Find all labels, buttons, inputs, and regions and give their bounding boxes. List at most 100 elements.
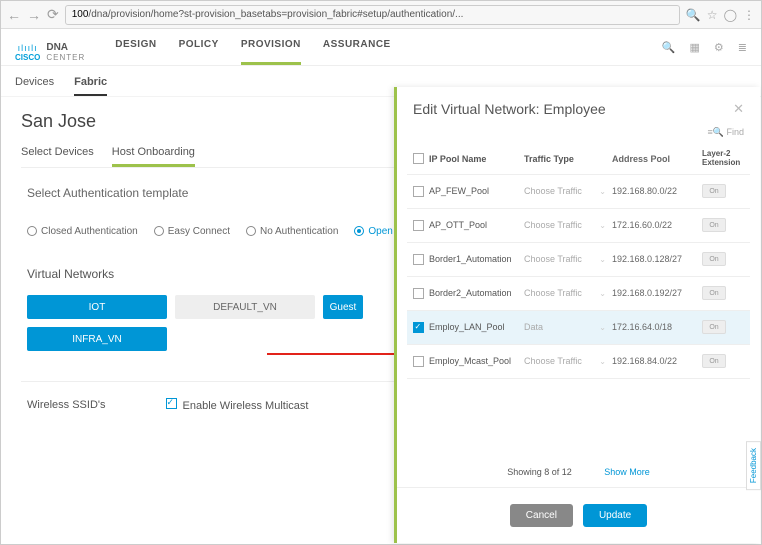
app-header: ılıılı CISCO DNA CENTER DESIGN POLICY PR… (1, 29, 761, 66)
chevron-down-icon: ⌄ (599, 323, 606, 332)
browser-chrome: ← → ⟳ 100/dna/provision/home?st-provisio… (1, 1, 761, 29)
layer2-toggle[interactable]: On (702, 354, 726, 368)
pool-name: AP_FEW_Pool (429, 186, 524, 196)
col-name[interactable]: IP Pool Name (429, 154, 524, 164)
annotation-arrow (267, 353, 407, 355)
nav-policy[interactable]: POLICY (179, 39, 219, 65)
cisco-bars-icon: ılıılı (18, 43, 38, 53)
pool-name: Border1_Automation (429, 254, 524, 264)
chevron-down-icon: ⌄ (599, 289, 606, 298)
chevron-down-icon: ⌄ (599, 255, 606, 264)
back-icon[interactable]: ← (7, 7, 21, 23)
row-checkbox[interactable] (413, 220, 424, 231)
col-ext[interactable]: Layer-2 Extension (702, 150, 742, 168)
select-all-checkbox[interactable] (413, 153, 424, 164)
traffic-type-select[interactable]: Choose Traffic⌄ (524, 220, 612, 230)
address-pool: 192.168.0.128/27 (612, 254, 702, 264)
table-row[interactable]: Border2_AutomationChoose Traffic⌄192.168… (407, 277, 750, 311)
address-pool: 172.16.64.0/18 (612, 322, 702, 332)
row-checkbox[interactable] (413, 254, 424, 265)
nav-design[interactable]: DESIGN (115, 39, 156, 65)
vn-default[interactable]: DEFAULT_VN (175, 295, 315, 319)
header-icons: 🔍 ▦ ⚙ ≣ (662, 41, 747, 64)
table-row[interactable]: AP_OTT_PoolChoose Traffic⌄172.16.60.0/22… (407, 209, 750, 243)
col-addr[interactable]: Address Pool (612, 154, 702, 164)
showing-text: Showing 8 of 12 (507, 467, 572, 477)
table-header: IP Pool Name Traffic Type Address Pool L… (407, 144, 750, 175)
ssid-title: Wireless SSID's (27, 399, 106, 411)
table-row[interactable]: AP_FEW_PoolChoose Traffic⌄192.168.80.0/2… (407, 175, 750, 209)
row-checkbox[interactable] (413, 356, 424, 367)
traffic-type-select[interactable]: Choose Traffic⌄ (524, 254, 612, 264)
pagination-row: Showing 8 of 12 Show More (397, 457, 760, 487)
show-more-link[interactable]: Show More (604, 467, 650, 477)
edit-vn-panel: Edit Virtual Network: Employee ✕ ≡🔍 Find… (394, 87, 760, 543)
layer2-toggle[interactable]: On (702, 218, 726, 232)
vn-infra[interactable]: INFRA_VN (27, 327, 167, 351)
nav-assurance[interactable]: ASSURANCE (323, 39, 391, 65)
main-nav: DESIGN POLICY PROVISION ASSURANCE (115, 39, 391, 65)
panel-footer: Cancel Update (397, 487, 760, 543)
opt-easy[interactable]: Easy Connect (154, 226, 230, 237)
address-pool: 192.168.84.0/22 (612, 356, 702, 366)
traffic-type-select[interactable]: Choose Traffic⌄ (524, 356, 612, 366)
subnav-fabric[interactable]: Fabric (74, 76, 107, 96)
layer2-toggle[interactable]: On (702, 320, 726, 334)
table-row[interactable]: Border1_AutomationChoose Traffic⌄192.168… (407, 243, 750, 277)
circle-icon[interactable]: ◯ (724, 8, 737, 22)
vn-iot[interactable]: IOT (27, 295, 167, 319)
url-path: /dna/provision/home?st-provision_basetab… (88, 9, 463, 20)
pool-name: AP_OTT_Pool (429, 220, 524, 230)
enable-multicast[interactable]: Enable Wireless Multicast (166, 398, 309, 412)
subnav-devices[interactable]: Devices (15, 76, 54, 96)
logo: ılıılı CISCO DNA CENTER (15, 42, 85, 62)
layer2-toggle[interactable]: On (702, 286, 726, 300)
table-row[interactable]: Employ_Mcast_PoolChoose Traffic⌄192.168.… (407, 345, 750, 379)
table-row[interactable]: Employ_LAN_PoolData⌄172.16.64.0/18On (407, 311, 750, 345)
row-checkbox[interactable] (413, 322, 424, 333)
pool-name: Border2_Automation (429, 288, 524, 298)
traffic-type-select[interactable]: Choose Traffic⌄ (524, 186, 612, 196)
cancel-button[interactable]: Cancel (510, 504, 573, 527)
star-icon[interactable]: ☆ (707, 8, 718, 22)
pool-name: Employ_LAN_Pool (429, 322, 524, 332)
brand-center: CENTER (46, 53, 85, 62)
brand-dna: DNA (46, 42, 85, 53)
row-checkbox[interactable] (413, 288, 424, 299)
tab-select-devices[interactable]: Select Devices (21, 146, 94, 167)
tab-host-onboarding[interactable]: Host Onboarding (112, 146, 195, 167)
url-host: 100 (72, 9, 89, 20)
panel-header: Edit Virtual Network: Employee ✕ (397, 87, 760, 127)
cisco-text: CISCO (15, 53, 40, 62)
traffic-type-select[interactable]: Choose Traffic⌄ (524, 288, 612, 298)
forward-icon: → (27, 7, 41, 23)
find-box[interactable]: ≡🔍 Find (397, 127, 760, 144)
col-type[interactable]: Traffic Type (524, 154, 612, 164)
update-button[interactable]: Update (583, 504, 647, 527)
reload-icon[interactable]: ⟳ (47, 6, 59, 23)
grid-icon[interactable]: ▦ (690, 41, 700, 54)
gear-icon[interactable]: ⚙ (714, 41, 724, 54)
pool-name: Employ_Mcast_Pool (429, 356, 524, 366)
search-icon[interactable]: 🔍 (686, 8, 701, 22)
nav-provision[interactable]: PROVISION (241, 39, 301, 65)
chevron-down-icon: ⌄ (599, 187, 606, 196)
feedback-tab[interactable]: Feedback (746, 441, 761, 490)
search-icon[interactable]: 🔍 (662, 41, 676, 54)
layer2-toggle[interactable]: On (702, 184, 726, 198)
opt-closed[interactable]: Closed Authentication (27, 226, 138, 237)
address-pool: 172.16.60.0/22 (612, 220, 702, 230)
close-icon[interactable]: ✕ (733, 101, 744, 117)
menu-icon[interactable]: ⋮ (743, 8, 755, 22)
vn-guest[interactable]: Guest (323, 295, 363, 319)
address-pool: 192.168.80.0/22 (612, 186, 702, 196)
pool-table: IP Pool Name Traffic Type Address Pool L… (397, 144, 760, 457)
address-pool: 192.168.0.192/27 (612, 288, 702, 298)
address-bar[interactable]: 100/dna/provision/home?st-provision_base… (65, 5, 680, 25)
panel-title: Edit Virtual Network: Employee (413, 101, 606, 117)
layer2-toggle[interactable]: On (702, 252, 726, 266)
row-checkbox[interactable] (413, 186, 424, 197)
traffic-type-select[interactable]: Data⌄ (524, 322, 612, 332)
list-icon[interactable]: ≣ (738, 41, 747, 54)
opt-none[interactable]: No Authentication (246, 226, 338, 237)
